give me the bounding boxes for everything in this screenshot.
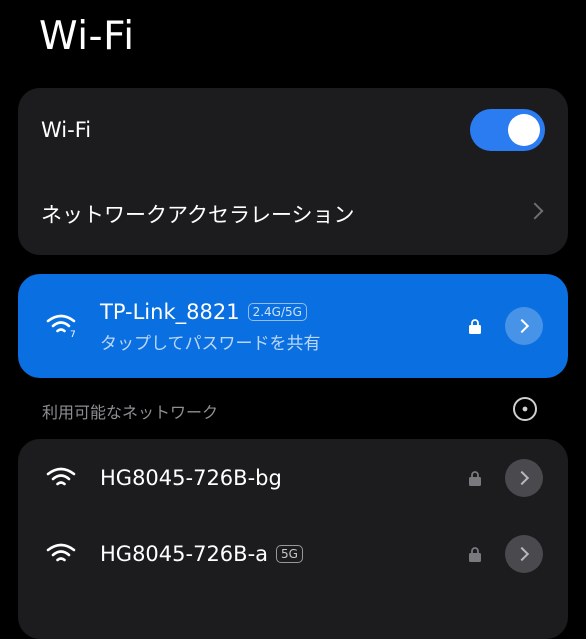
wifi-toggle-label: Wi-Fi (41, 118, 92, 142)
network-name: HG8045-726B-bg (100, 466, 282, 490)
available-networks-title: 利用可能なネットワーク (42, 403, 219, 422)
available-networks-list: HG8045-726B-bg HG8045-726B-a 5G (18, 439, 568, 639)
chevron-right-icon (514, 546, 530, 562)
wifi-toggle-switch[interactable] (470, 109, 545, 151)
network-acceleration-label: ネットワークアクセラレーション (41, 203, 355, 227)
refresh-icon[interactable] (512, 396, 538, 422)
band-badge: 5G (276, 545, 303, 563)
connected-network-card[interactable]: 7 TP-Link_8821 2.4G/5G タップしてパスワードを共有 (18, 274, 568, 378)
connected-network-name: TP-Link_8821 (100, 300, 240, 324)
network-acceleration-row[interactable]: ネットワークアクセラレーション (18, 192, 568, 236)
chevron-right-icon (514, 470, 530, 486)
network-row[interactable]: HG8045-726B-a 5G (18, 533, 568, 575)
lock-icon (469, 471, 481, 486)
page-title: Wi-Fi (39, 14, 135, 59)
lock-icon (469, 319, 481, 334)
network-details-button[interactable] (505, 459, 543, 497)
share-password-hint: タップしてパスワードを共有 (100, 334, 321, 354)
band-badge: 2.4G/5G (247, 303, 307, 321)
network-row[interactable]: HG8045-726B-bg (18, 457, 568, 499)
network-details-button[interactable] (505, 535, 543, 573)
network-name: HG8045-726B-a (100, 542, 269, 566)
svg-text:7: 7 (70, 330, 76, 338)
wifi-icon: 7 (46, 314, 76, 338)
wifi-settings-card: Wi-Fi ネットワークアクセラレーション (18, 88, 568, 255)
chevron-right-icon (514, 318, 530, 334)
lock-icon (469, 547, 481, 562)
wifi-icon (46, 543, 76, 562)
wifi-icon (46, 467, 76, 486)
toggle-knob (508, 114, 540, 146)
connected-network-details-button[interactable] (505, 307, 543, 345)
